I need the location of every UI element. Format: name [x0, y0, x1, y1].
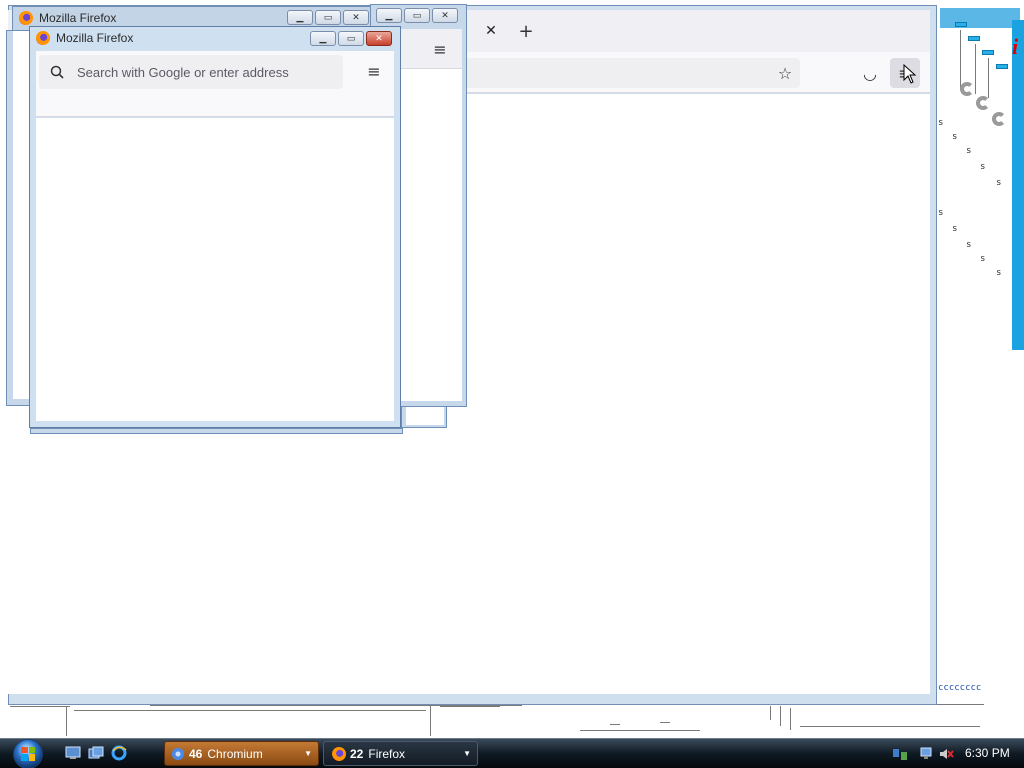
residue-line — [74, 710, 426, 711]
desktop-window-fragment — [940, 8, 1020, 28]
taskbar-clock[interactable]: 6:30 PM — [965, 746, 1010, 760]
search-input[interactable] — [77, 64, 327, 80]
chevron-down-icon: ▼ — [304, 749, 312, 758]
close-button[interactable]: ✕ — [366, 31, 392, 46]
windows-stack-icon — [88, 746, 104, 759]
new-tab-button[interactable]: + — [515, 20, 537, 42]
chromium-icon — [172, 747, 184, 760]
residue-line — [800, 726, 980, 727]
residue-line — [66, 706, 67, 736]
minimize-button[interactable]: ▁ — [310, 31, 336, 46]
chevron-down-icon: ▼ — [463, 749, 471, 758]
search-icon — [49, 64, 65, 80]
internet-explorer-icon — [111, 745, 127, 761]
switch-windows-button[interactable] — [87, 744, 105, 762]
connection-icon[interactable] — [920, 746, 936, 762]
residue-line — [610, 724, 620, 725]
maximize-button[interactable]: ▭ — [315, 10, 341, 25]
front-browser-chrome: ≡ — [36, 51, 394, 117]
front-menu-button[interactable]: ≡ — [362, 59, 386, 83]
taskbar-group-chromium[interactable]: 46 Chromium ▼ — [164, 741, 319, 766]
residue-line — [790, 708, 791, 730]
taskbar-count: 22 — [350, 746, 364, 761]
taskbar-label: Firefox — [368, 746, 406, 761]
tree-node — [955, 22, 967, 27]
firefox-logo-icon — [332, 746, 346, 761]
windows-logo-icon — [13, 738, 43, 768]
tab-close-button[interactable]: ✕ — [480, 20, 502, 42]
taskbar-count: 46 — [189, 746, 203, 761]
firefox-logo-icon — [36, 31, 50, 45]
front-caption-buttons: ▁ ▭ ✕ — [310, 31, 392, 46]
close-button[interactable]: ✕ — [432, 8, 458, 23]
desktop-artifact: s — [996, 178, 1002, 188]
desktop-icon — [65, 746, 81, 759]
desktop-artifact: s — [938, 118, 944, 128]
residue-line — [660, 722, 670, 723]
middle-caption-buttons: ▁ ▭ ✕ — [376, 8, 458, 23]
bookmark-star-button[interactable]: ☆ — [770, 58, 800, 88]
desktop-background — [936, 0, 1024, 740]
desktop-artifact — [960, 82, 974, 96]
residue-line — [440, 706, 500, 707]
plus-icon: + — [518, 20, 534, 42]
desktop-artifact: s — [952, 224, 958, 234]
tree-connector — [988, 58, 989, 98]
tree-node — [982, 50, 994, 55]
star-icon: ☆ — [777, 63, 793, 83]
volume-muted-icon[interactable] — [938, 746, 954, 762]
desktop-artifact: s — [980, 254, 986, 264]
minimize-button[interactable]: ▁ — [287, 10, 313, 25]
close-button[interactable]: ✕ — [343, 10, 369, 25]
desktop-red-text-fragment: i — [1012, 34, 1019, 59]
firefox-logo-icon — [19, 11, 33, 25]
pocket-button[interactable]: ◡ — [855, 58, 885, 88]
desktop-artifact: s — [966, 240, 972, 250]
hamburger-menu-icon: ≡ — [367, 61, 381, 81]
residue-line — [10, 706, 70, 707]
taskbar-group-firefox[interactable]: 22 Firefox ▼ — [323, 741, 478, 766]
residue-line — [580, 730, 700, 731]
minimize-button[interactable]: ▁ — [376, 8, 402, 23]
network-icon[interactable] — [892, 746, 908, 762]
window-frame-fragment — [30, 428, 403, 434]
desktop-artifact: s — [966, 146, 972, 156]
desktop-artifact — [976, 96, 990, 110]
taskbar-label: Chromium — [207, 746, 263, 761]
desktop-artifact: s — [996, 268, 1002, 278]
residue-line — [770, 706, 771, 720]
pocket-icon: ◡ — [863, 63, 877, 83]
desktop-artifact: s — [980, 162, 986, 172]
window-title: Mozilla Firefox — [56, 31, 134, 45]
window-frame-fragment — [401, 406, 447, 428]
address-bar[interactable] — [39, 55, 343, 89]
middle-menu-button[interactable]: ≡ — [428, 37, 452, 61]
desktop-artifact: s — [938, 208, 944, 218]
residue-text: cccccccc — [938, 683, 982, 693]
front-page-content[interactable] — [36, 118, 394, 421]
residue-line — [780, 706, 781, 726]
maximize-button[interactable]: ▭ — [338, 31, 364, 46]
residue-line — [430, 706, 431, 736]
tree-connector — [975, 44, 976, 94]
tree-node — [968, 36, 980, 41]
close-icon: ✕ — [485, 23, 497, 39]
desktop-artifact — [992, 112, 1006, 126]
tree-connector — [960, 30, 961, 90]
window-title: Mozilla Firefox — [39, 11, 117, 25]
hamburger-menu-icon: ≡ — [433, 39, 447, 59]
back-caption-buttons: ▁ ▭ ✕ — [287, 10, 369, 25]
show-desktop-button[interactable] — [64, 744, 82, 762]
taskbar — [0, 738, 1024, 768]
tree-node — [996, 64, 1008, 69]
firefox-window-front: Mozilla Firefox ▁ ▭ ✕ ≡ — [29, 26, 401, 428]
internet-explorer-button[interactable] — [110, 744, 128, 762]
desktop-artifact: s — [952, 132, 958, 142]
start-button[interactable] — [8, 738, 48, 768]
frame-fragment-content — [406, 407, 444, 425]
maximize-button[interactable]: ▭ — [404, 8, 430, 23]
